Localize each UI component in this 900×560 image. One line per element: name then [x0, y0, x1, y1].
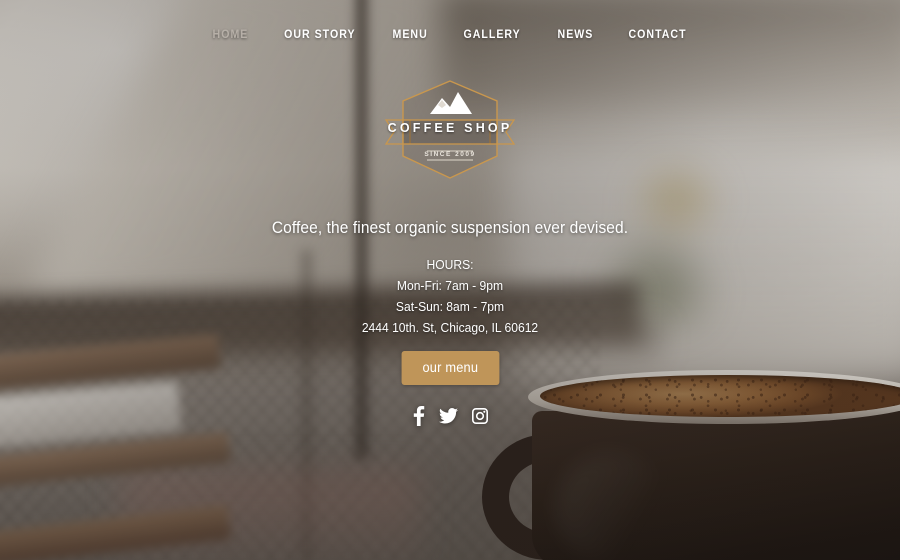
- our-menu-button[interactable]: our menu: [401, 351, 499, 385]
- logo-since-text: SINCE 2009: [424, 151, 476, 158]
- hours-heading: HOURS:: [426, 257, 474, 272]
- cta-container: our menu: [0, 351, 900, 385]
- nav-item-menu[interactable]: MENU: [393, 29, 428, 41]
- hours-weekend: Sat-Sun: 8am - 7pm: [395, 299, 505, 314]
- social-links: [0, 406, 900, 426]
- nav-item-our-story[interactable]: OUR STORY: [285, 29, 356, 41]
- hero-section: HOME OUR STORY MENU GALLERY NEWS CONTACT: [0, 0, 900, 560]
- hours-address: 2444 10th. St, Chicago, IL 60612: [361, 320, 539, 335]
- nav-item-home[interactable]: HOME: [212, 29, 248, 41]
- facebook-icon[interactable]: [413, 406, 425, 426]
- logo-name: COFFEE SHOP: [387, 121, 513, 135]
- twitter-icon[interactable]: [438, 408, 458, 424]
- main-navigation: HOME OUR STORY MENU GALLERY NEWS CONTACT: [0, 0, 900, 70]
- hero-tagline: Coffee, the finest organic suspension ev…: [271, 219, 629, 237]
- nav-item-gallery[interactable]: GALLERY: [464, 29, 521, 41]
- nav-item-news[interactable]: NEWS: [557, 29, 593, 41]
- site-logo[interactable]: COFFEE SHOP SINCE 2009: [380, 78, 520, 182]
- hours-block: HOURS: Mon-Fri: 7am - 9pm Sat-Sun: 8am -…: [0, 254, 900, 338]
- hours-weekday: Mon-Fri: 7am - 9pm: [396, 278, 504, 293]
- instagram-icon[interactable]: [471, 408, 488, 424]
- nav-item-contact[interactable]: CONTACT: [629, 29, 687, 41]
